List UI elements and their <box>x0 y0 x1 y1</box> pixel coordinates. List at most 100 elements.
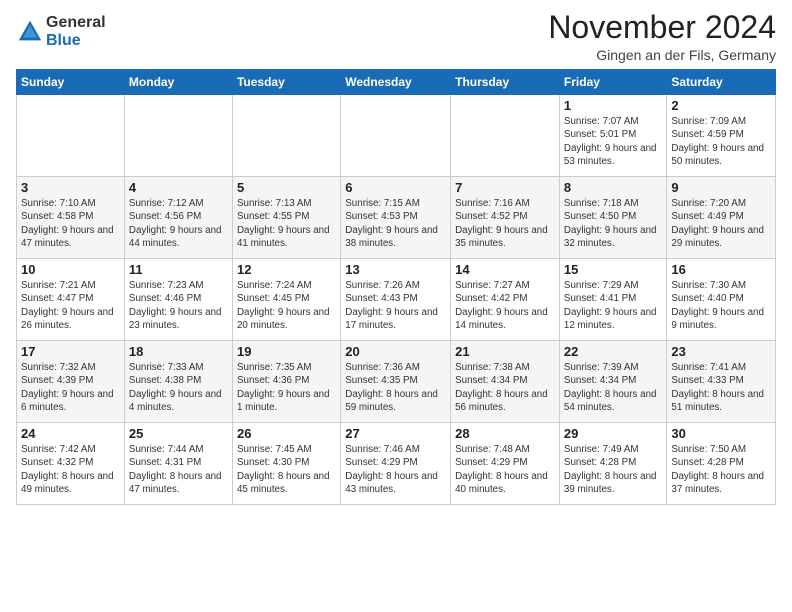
day-info: Sunrise: 7:33 AM Sunset: 4:38 PM Dayligh… <box>129 361 228 414</box>
day-number: 2 <box>671 98 771 113</box>
calendar-cell: 5 Sunrise: 7:13 AM Sunset: 4:55 PM Daylig… <box>232 177 340 259</box>
calendar-cell: 2 Sunrise: 7:09 AM Sunset: 4:59 PM Daylig… <box>667 95 776 177</box>
calendar-cell <box>17 95 125 177</box>
day-number: 15 <box>564 262 662 277</box>
calendar-cell <box>232 95 340 177</box>
calendar-cell: 23 Sunrise: 7:41 AM Sunset: 4:33 PM Dayli… <box>667 341 776 423</box>
day-number: 29 <box>564 426 662 441</box>
header-monday: Monday <box>124 70 232 95</box>
day-number: 1 <box>564 98 662 113</box>
day-info: Sunrise: 7:45 AM Sunset: 4:30 PM Dayligh… <box>237 443 336 496</box>
day-number: 4 <box>129 180 228 195</box>
header-tuesday: Tuesday <box>232 70 340 95</box>
calendar-cell <box>124 95 232 177</box>
day-number: 28 <box>455 426 555 441</box>
calendar-cell: 19 Sunrise: 7:35 AM Sunset: 4:36 PM Dayli… <box>232 341 340 423</box>
day-number: 20 <box>345 344 446 359</box>
calendar-cell: 28 Sunrise: 7:48 AM Sunset: 4:29 PM Dayli… <box>451 423 560 505</box>
day-info: Sunrise: 7:46 AM Sunset: 4:29 PM Dayligh… <box>345 443 446 496</box>
calendar-cell: 4 Sunrise: 7:12 AM Sunset: 4:56 PM Daylig… <box>124 177 232 259</box>
day-info: Sunrise: 7:09 AM Sunset: 4:59 PM Dayligh… <box>671 115 771 168</box>
day-info: Sunrise: 7:32 AM Sunset: 4:39 PM Dayligh… <box>21 361 120 414</box>
day-number: 30 <box>671 426 771 441</box>
day-info: Sunrise: 7:13 AM Sunset: 4:55 PM Dayligh… <box>237 197 336 250</box>
day-info: Sunrise: 7:15 AM Sunset: 4:53 PM Dayligh… <box>345 197 446 250</box>
day-info: Sunrise: 7:41 AM Sunset: 4:33 PM Dayligh… <box>671 361 771 414</box>
calendar-cell: 30 Sunrise: 7:50 AM Sunset: 4:28 PM Dayli… <box>667 423 776 505</box>
day-info: Sunrise: 7:50 AM Sunset: 4:28 PM Dayligh… <box>671 443 771 496</box>
calendar-cell: 12Sunrise: 7:24 AM Sunset: 4:45 PM Dayli… <box>232 259 340 341</box>
calendar-cell: 18Sunrise: 7:33 AM Sunset: 4:38 PM Dayli… <box>124 341 232 423</box>
day-number: 10 <box>21 262 120 277</box>
day-number: 23 <box>671 344 771 359</box>
page: General Blue November 2024 Gingen an der… <box>0 0 792 612</box>
calendar-cell <box>451 95 560 177</box>
calendar-cell: 13Sunrise: 7:26 AM Sunset: 4:43 PM Dayli… <box>341 259 451 341</box>
subtitle: Gingen an der Fils, Germany <box>548 47 776 63</box>
calendar-cell: 3Sunrise: 7:10 AM Sunset: 4:58 PM Daylig… <box>17 177 125 259</box>
day-number: 26 <box>237 426 336 441</box>
day-number: 5 <box>237 180 336 195</box>
header: General Blue November 2024 Gingen an der… <box>16 10 776 63</box>
day-number: 25 <box>129 426 228 441</box>
day-info: Sunrise: 7:35 AM Sunset: 4:36 PM Dayligh… <box>237 361 336 414</box>
calendar-cell <box>341 95 451 177</box>
header-sunday: Sunday <box>17 70 125 95</box>
day-number: 7 <box>455 180 555 195</box>
day-number: 21 <box>455 344 555 359</box>
day-info: Sunrise: 7:18 AM Sunset: 4:50 PM Dayligh… <box>564 197 662 250</box>
day-info: Sunrise: 7:48 AM Sunset: 4:29 PM Dayligh… <box>455 443 555 496</box>
calendar-cell: 24 Sunrise: 7:42 AM Sunset: 4:32 PM Dayli… <box>17 423 125 505</box>
calendar-cell: 27Sunrise: 7:46 AM Sunset: 4:29 PM Dayli… <box>341 423 451 505</box>
day-number: 16 <box>671 262 771 277</box>
day-number: 22 <box>564 344 662 359</box>
month-title: November 2024 <box>548 10 776 45</box>
calendar-cell: 8 Sunrise: 7:18 AM Sunset: 4:50 PM Daylig… <box>559 177 666 259</box>
calendar-cell: 25 Sunrise: 7:44 AM Sunset: 4:31 PM Dayli… <box>124 423 232 505</box>
day-number: 6 <box>345 180 446 195</box>
day-info: Sunrise: 7:38 AM Sunset: 4:34 PM Dayligh… <box>455 361 555 414</box>
logo-general: General <box>46 14 106 32</box>
day-info: Sunrise: 7:07 AM Sunset: 5:01 PM Dayligh… <box>564 115 662 168</box>
day-info: Sunrise: 7:12 AM Sunset: 4:56 PM Dayligh… <box>129 197 228 250</box>
day-info: Sunrise: 7:20 AM Sunset: 4:49 PM Dayligh… <box>671 197 771 250</box>
day-info: Sunrise: 7:30 AM Sunset: 4:40 PM Dayligh… <box>671 279 771 332</box>
calendar-cell: 1 Sunrise: 7:07 AM Sunset: 5:01 PM Daylig… <box>559 95 666 177</box>
day-number: 19 <box>237 344 336 359</box>
calendar-cell: 17 Sunrise: 7:32 AM Sunset: 4:39 PM Dayli… <box>17 341 125 423</box>
day-info: Sunrise: 7:24 AM Sunset: 4:45 PM Dayligh… <box>237 279 336 332</box>
day-info: Sunrise: 7:44 AM Sunset: 4:31 PM Dayligh… <box>129 443 228 496</box>
logo-blue: Blue <box>46 32 81 49</box>
day-number: 14 <box>455 262 555 277</box>
calendar-cell: 7Sunrise: 7:16 AM Sunset: 4:52 PM Daylig… <box>451 177 560 259</box>
title-block: November 2024 Gingen an der Fils, German… <box>548 10 776 63</box>
day-number: 8 <box>564 180 662 195</box>
day-number: 11 <box>129 262 228 277</box>
day-number: 24 <box>21 426 120 441</box>
day-info: Sunrise: 7:10 AM Sunset: 4:58 PM Dayligh… <box>21 197 120 250</box>
day-info: Sunrise: 7:39 AM Sunset: 4:34 PM Dayligh… <box>564 361 662 414</box>
day-info: Sunrise: 7:49 AM Sunset: 4:28 PM Dayligh… <box>564 443 662 496</box>
header-wednesday: Wednesday <box>341 70 451 95</box>
day-info: Sunrise: 7:27 AM Sunset: 4:42 PM Dayligh… <box>455 279 555 332</box>
calendar-cell: 9Sunrise: 7:20 AM Sunset: 4:49 PM Daylig… <box>667 177 776 259</box>
calendar-body: 1 Sunrise: 7:07 AM Sunset: 5:01 PM Daylig… <box>17 95 776 505</box>
calendar-table: Sunday Monday Tuesday Wednesday Thursday… <box>16 69 776 505</box>
header-friday: Friday <box>559 70 666 95</box>
calendar-cell: 6 Sunrise: 7:15 AM Sunset: 4:53 PM Daylig… <box>341 177 451 259</box>
header-thursday: Thursday <box>451 70 560 95</box>
day-number: 17 <box>21 344 120 359</box>
day-number: 13 <box>345 262 446 277</box>
logo-icon <box>16 18 44 46</box>
calendar-cell: 16 Sunrise: 7:30 AM Sunset: 4:40 PM Dayli… <box>667 259 776 341</box>
calendar-cell: 10Sunrise: 7:21 AM Sunset: 4:47 PM Dayli… <box>17 259 125 341</box>
day-info: Sunrise: 7:42 AM Sunset: 4:32 PM Dayligh… <box>21 443 120 496</box>
day-info: Sunrise: 7:29 AM Sunset: 4:41 PM Dayligh… <box>564 279 662 332</box>
logo-text: General Blue <box>46 14 106 50</box>
calendar-cell: 14 Sunrise: 7:27 AM Sunset: 4:42 PM Dayli… <box>451 259 560 341</box>
calendar-cell: 21 Sunrise: 7:38 AM Sunset: 4:34 PM Dayli… <box>451 341 560 423</box>
calendar-cell: 15 Sunrise: 7:29 AM Sunset: 4:41 PM Dayli… <box>559 259 666 341</box>
header-saturday: Saturday <box>667 70 776 95</box>
calendar-cell: 29 Sunrise: 7:49 AM Sunset: 4:28 PM Dayli… <box>559 423 666 505</box>
calendar-header: Sunday Monday Tuesday Wednesday Thursday… <box>17 70 776 95</box>
